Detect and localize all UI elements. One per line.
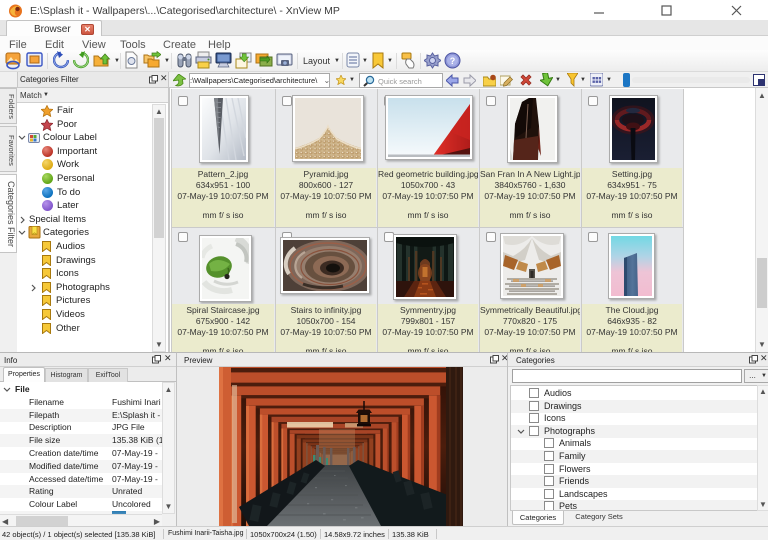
- svg-text:?: ?: [450, 56, 456, 66]
